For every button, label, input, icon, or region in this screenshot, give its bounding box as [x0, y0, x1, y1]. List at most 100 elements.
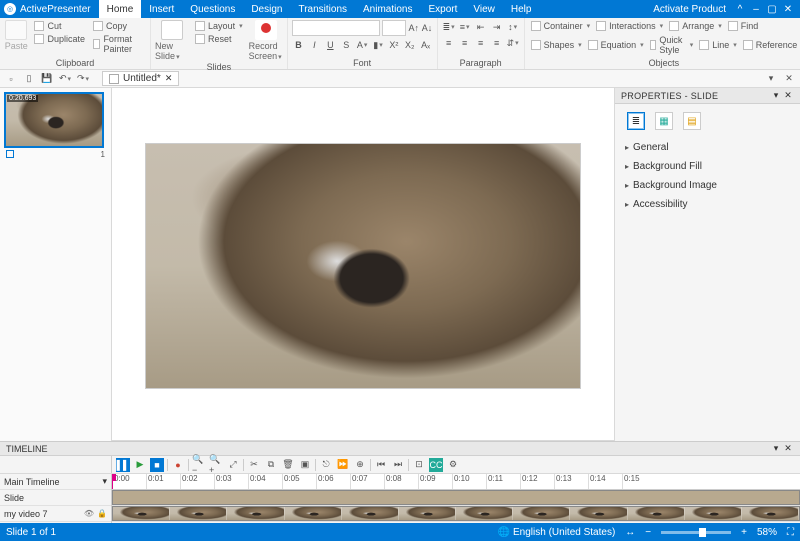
line-button[interactable]: Line [697, 39, 739, 51]
align-center-icon[interactable]: ≡ [458, 36, 472, 50]
document-close-icon[interactable]: ✕ [165, 73, 173, 84]
track-header-video[interactable]: my video 7 👁 🔒 [0, 506, 111, 522]
tab-view[interactable]: View [465, 0, 503, 18]
zoom-out-icon[interactable]: − [645, 527, 651, 538]
lock-icon[interactable]: 🔒 [97, 509, 107, 518]
record-screen-button[interactable]: Record Screen [249, 20, 283, 61]
section-bg-image[interactable]: Background Image [615, 176, 800, 195]
playhead[interactable] [112, 474, 113, 489]
tab-help[interactable]: Help [503, 0, 540, 18]
tl-delete-icon[interactable]: 🗑 [281, 458, 295, 472]
panel-pin-icon[interactable]: ▾ [764, 72, 778, 86]
tab-insert[interactable]: Insert [141, 0, 182, 18]
tl-play-icon[interactable]: ▶ [133, 458, 147, 472]
cut-button[interactable]: Cut [32, 20, 87, 32]
tab-design[interactable]: Design [243, 0, 290, 18]
arrange-button[interactable]: Arrange [667, 20, 724, 32]
timeline-ruler[interactable]: 0:000:010:020:030:040:050:060:070:080:09… [112, 474, 800, 490]
status-view-icon[interactable]: ↔ [625, 527, 635, 538]
valign-icon[interactable]: ⇵ [506, 36, 520, 50]
tab-home[interactable]: Home [99, 0, 142, 18]
prop-mode-image-icon[interactable]: ▤ [683, 112, 701, 130]
reset-button[interactable]: Reset [193, 33, 245, 45]
tl-split-icon[interactable]: ⎋ [319, 458, 333, 472]
layout-button[interactable]: Layout [193, 20, 245, 32]
qat-undo-icon[interactable]: ↶ [58, 72, 72, 86]
bullets-icon[interactable]: ≣ [442, 20, 456, 34]
tl-stop-icon[interactable]: ■ [150, 458, 164, 472]
timeline-close-icon[interactable]: ✕ [782, 443, 794, 454]
tl-marker-icon[interactable]: ● [171, 458, 185, 472]
zoom-slider[interactable] [661, 531, 731, 534]
slide-thumbnail[interactable]: 0:20.693 [4, 92, 104, 148]
tl-zoom-in-icon[interactable]: 🔍+ [209, 458, 223, 472]
tl-crop-icon[interactable]: ▣ [298, 458, 312, 472]
qat-open-icon[interactable]: ▯ [22, 72, 36, 86]
track-header-slide[interactable]: Slide [0, 490, 111, 506]
tl-cc-icon[interactable]: CC [429, 458, 443, 472]
properties-close-icon[interactable]: ✕ [782, 90, 794, 101]
align-right-icon[interactable]: ≡ [474, 36, 488, 50]
tl-copy-icon[interactable]: ⧉ [264, 458, 278, 472]
visibility-icon[interactable]: 👁 [84, 509, 94, 518]
window-close-icon[interactable]: ✕ [780, 4, 796, 15]
align-left-icon[interactable]: ≡ [442, 36, 456, 50]
paste-button[interactable]: Paste [4, 20, 28, 51]
duplicate-button[interactable]: Duplicate [32, 33, 87, 45]
indent-inc-icon[interactable]: ⇥ [490, 20, 504, 34]
timeline-select[interactable]: Main Timeline▾ [0, 474, 111, 490]
tl-next-frame-icon[interactable]: ⏭ [391, 458, 405, 472]
grow-font-icon[interactable]: A↑ [408, 21, 419, 35]
section-accessibility[interactable]: Accessibility [615, 195, 800, 214]
bold-icon[interactable]: B [292, 38, 306, 52]
strike-icon[interactable]: S [339, 38, 353, 52]
activate-product-link[interactable]: Activate Product [653, 4, 726, 15]
zoom-value[interactable]: 58% [757, 527, 777, 538]
tl-prev-frame-icon[interactable]: ⏮ [374, 458, 388, 472]
container-button[interactable]: Container [529, 20, 593, 32]
tl-zoom-out-icon[interactable]: 🔍− [192, 458, 206, 472]
tab-transitions[interactable]: Transitions [290, 0, 355, 18]
prop-mode-slide-icon[interactable]: ≣ [627, 112, 645, 130]
tl-options-icon[interactable]: ⚙ [446, 458, 460, 472]
prop-mode-fill-icon[interactable]: ▦ [655, 112, 673, 130]
status-language[interactable]: 🌐English (United States) [498, 527, 616, 538]
tl-insert-icon[interactable]: ⊕ [353, 458, 367, 472]
indent-dec-icon[interactable]: ⇤ [474, 20, 488, 34]
format-painter-button[interactable]: Format Painter [91, 33, 146, 55]
tl-cut-icon[interactable]: ✂ [247, 458, 261, 472]
find-button[interactable]: Find [726, 20, 761, 32]
track-slide[interactable] [112, 490, 800, 506]
font-family-select[interactable] [292, 20, 380, 36]
clip-video[interactable] [112, 506, 800, 521]
superscript-icon[interactable]: X² [387, 38, 401, 52]
window-minimize-icon[interactable]: – [748, 4, 764, 15]
shrink-font-icon[interactable]: A↓ [421, 21, 432, 35]
numbering-icon[interactable]: ≡ [458, 20, 472, 34]
clear-format-icon[interactable]: Aₓ [419, 38, 433, 52]
fit-screen-icon[interactable]: ⛶ [787, 527, 794, 538]
tl-speed-icon[interactable]: ⏩ [336, 458, 350, 472]
ribbon-toggle-icon[interactable]: ^ [732, 4, 748, 15]
properties-pin-icon[interactable]: ▾ [770, 90, 782, 101]
new-slide-button[interactable]: New Slide [155, 20, 189, 61]
copy-button[interactable]: Copy [91, 20, 146, 32]
highlight-icon[interactable]: ▮ [371, 38, 385, 52]
qat-redo-icon[interactable]: ↷ [76, 72, 90, 86]
slide-canvas[interactable] [146, 144, 580, 388]
qat-save-icon[interactable]: 💾 [40, 72, 54, 86]
panel-close-icon[interactable]: ✕ [782, 72, 796, 86]
tl-snap-icon[interactable]: ⊡ [412, 458, 426, 472]
quick-style-button[interactable]: Quick Style [648, 34, 696, 56]
section-bg-fill[interactable]: Background Fill [615, 157, 800, 176]
tab-export[interactable]: Export [420, 0, 465, 18]
italic-icon[interactable]: I [307, 38, 321, 52]
font-size-select[interactable] [382, 20, 406, 36]
tab-questions[interactable]: Questions [182, 0, 243, 18]
canvas-area[interactable] [112, 88, 614, 441]
tl-zoom-fit-icon[interactable]: ⤢ [226, 458, 240, 472]
section-general[interactable]: General [615, 138, 800, 157]
timeline-pin-icon[interactable]: ▾ [770, 443, 782, 454]
document-tab[interactable]: Untitled* ✕ [102, 71, 179, 86]
reference-button[interactable]: Reference [741, 39, 800, 51]
